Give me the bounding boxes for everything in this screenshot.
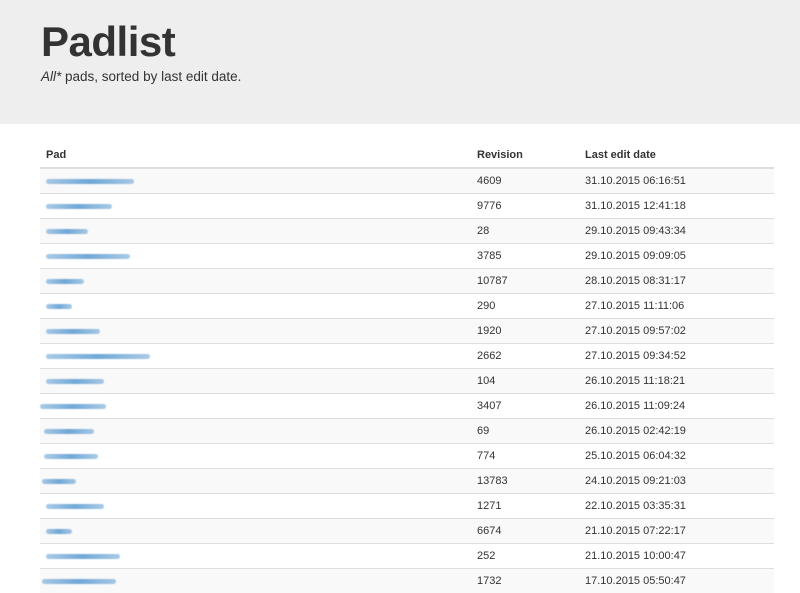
pad-cell [40,419,471,444]
pad-cell [40,394,471,419]
table-row: 977631.10.2015 12:41:18 [40,194,774,219]
pad-link-redacted[interactable] [46,379,104,384]
last-edit-date-cell: 29.10.2015 09:09:05 [579,244,774,269]
last-edit-date-cell: 29.10.2015 09:43:34 [579,219,774,244]
pad-cell [40,269,471,294]
revision-cell: 28 [471,219,579,244]
revision-cell: 6674 [471,519,579,544]
last-edit-date-cell: 31.10.2015 12:41:18 [579,194,774,219]
pad-link-redacted[interactable] [46,229,88,234]
pad-cell [40,168,471,194]
pad-link-redacted[interactable] [44,454,98,459]
revision-cell: 3785 [471,244,579,269]
pad-cell [40,294,471,319]
revision-cell: 1271 [471,494,579,519]
pad-cell [40,244,471,269]
last-edit-date-cell: 26.10.2015 11:09:24 [579,394,774,419]
pad-cell [40,219,471,244]
revision-cell: 1732 [471,569,579,593]
last-edit-date-cell: 21.10.2015 07:22:17 [579,519,774,544]
last-edit-date-cell: 21.10.2015 10:00:47 [579,544,774,569]
last-edit-date-cell: 26.10.2015 11:18:21 [579,369,774,394]
table-row: 173217.10.2015 05:50:47 [40,569,774,593]
table-row: 378529.10.2015 09:09:05 [40,244,774,269]
last-edit-date-cell: 17.10.2015 05:50:47 [579,569,774,593]
table-header-row: Pad Revision Last edit date [40,143,774,168]
pad-link-redacted[interactable] [40,404,106,409]
column-header-revision: Revision [471,143,579,168]
column-header-pad: Pad [40,143,471,168]
pad-link-redacted[interactable] [46,554,120,559]
revision-cell: 2662 [471,344,579,369]
pad-cell [40,444,471,469]
pad-cell [40,569,471,593]
pad-table: Pad Revision Last edit date 460931.10.20… [40,143,774,593]
pad-cell [40,544,471,569]
table-row: 10426.10.2015 11:18:21 [40,369,774,394]
table-row: 25221.10.2015 10:00:47 [40,544,774,569]
pad-link-redacted[interactable] [46,204,112,209]
revision-cell: 104 [471,369,579,394]
table-row: 460931.10.2015 06:16:51 [40,168,774,194]
table-row: 1078728.10.2015 08:31:17 [40,269,774,294]
subtitle-emphasis: All* [41,69,61,84]
last-edit-date-cell: 25.10.2015 06:04:32 [579,444,774,469]
table-row: 1378324.10.2015 09:21:03 [40,469,774,494]
pad-link-redacted[interactable] [42,579,116,584]
subtitle-text: pads, sorted by last edit date. [61,69,241,84]
pad-link-redacted[interactable] [46,529,72,534]
table-row: 77425.10.2015 06:04:32 [40,444,774,469]
table-row: 2829.10.2015 09:43:34 [40,219,774,244]
table-row: 192027.10.2015 09:57:02 [40,319,774,344]
page-subtitle: All* pads, sorted by last edit date. [41,69,241,85]
last-edit-date-cell: 24.10.2015 09:21:03 [579,469,774,494]
revision-cell: 13783 [471,469,579,494]
pad-cell [40,344,471,369]
pad-cell [40,369,471,394]
last-edit-date-cell: 28.10.2015 08:31:17 [579,269,774,294]
pad-cell [40,519,471,544]
table-row: 127122.10.2015 03:35:31 [40,494,774,519]
pad-link-redacted[interactable] [46,354,150,359]
page-header: Padlist All* pads, sorted by last edit d… [0,0,800,124]
page-title: Padlist [41,17,175,67]
table-row: 6926.10.2015 02:42:19 [40,419,774,444]
pad-link-redacted[interactable] [46,504,104,509]
pad-table-container: Pad Revision Last edit date 460931.10.20… [40,143,774,593]
pad-link-redacted[interactable] [44,429,94,434]
table-row: 29027.10.2015 11:11:06 [40,294,774,319]
pad-link-redacted[interactable] [46,304,72,309]
revision-cell: 4609 [471,168,579,194]
table-row: 667421.10.2015 07:22:17 [40,519,774,544]
revision-cell: 9776 [471,194,579,219]
revision-cell: 3407 [471,394,579,419]
revision-cell: 252 [471,544,579,569]
column-header-last-edit-date: Last edit date [579,143,774,168]
pad-cell [40,469,471,494]
revision-cell: 1920 [471,319,579,344]
revision-cell: 10787 [471,269,579,294]
revision-cell: 290 [471,294,579,319]
last-edit-date-cell: 27.10.2015 09:57:02 [579,319,774,344]
table-row: 266227.10.2015 09:34:52 [40,344,774,369]
pad-link-redacted[interactable] [46,329,100,334]
pad-link-redacted[interactable] [46,254,130,259]
pad-cell [40,319,471,344]
pad-cell [40,194,471,219]
revision-cell: 774 [471,444,579,469]
table-row: 340726.10.2015 11:09:24 [40,394,774,419]
last-edit-date-cell: 26.10.2015 02:42:19 [579,419,774,444]
last-edit-date-cell: 31.10.2015 06:16:51 [579,168,774,194]
last-edit-date-cell: 27.10.2015 09:34:52 [579,344,774,369]
revision-cell: 69 [471,419,579,444]
pad-cell [40,494,471,519]
pad-link-redacted[interactable] [42,479,76,484]
pad-link-redacted[interactable] [46,179,134,184]
pad-link-redacted[interactable] [46,279,84,284]
last-edit-date-cell: 22.10.2015 03:35:31 [579,494,774,519]
last-edit-date-cell: 27.10.2015 11:11:06 [579,294,774,319]
